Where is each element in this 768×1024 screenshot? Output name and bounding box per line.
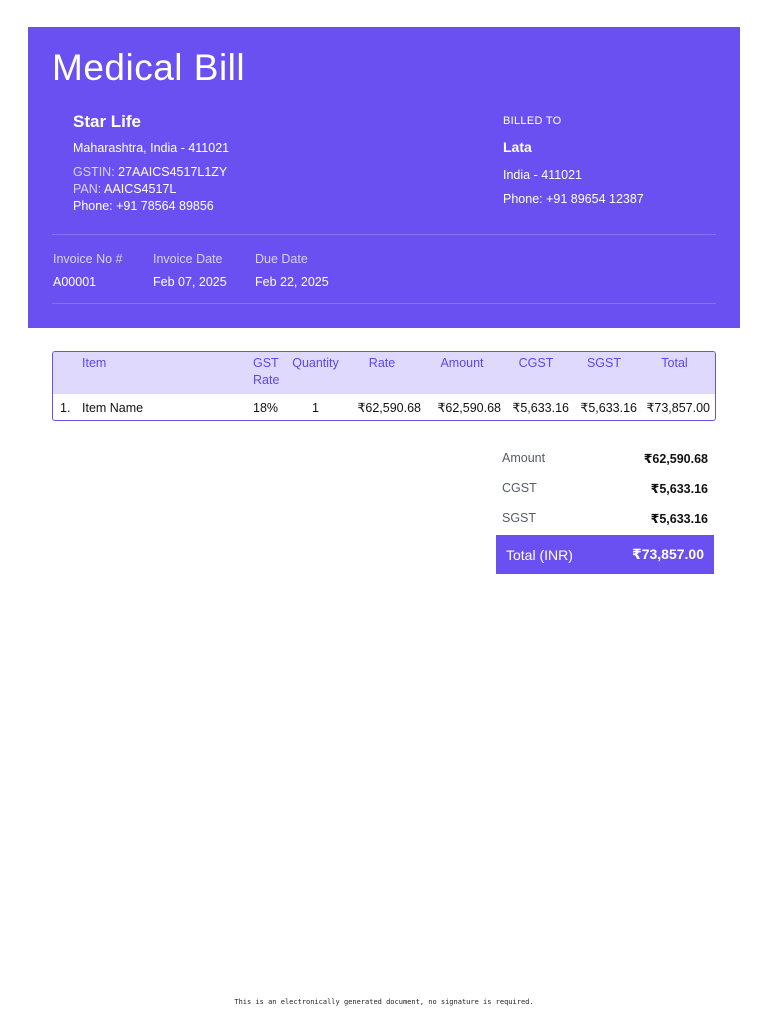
buyer-name: Lata [503,139,532,155]
due-date-block: Due Date Feb 22, 2025 [255,252,329,289]
invoice-date-label: Invoice Date [153,252,223,266]
summary-amount-value: ₹62,590.68 [643,451,708,466]
col-index-header [53,352,78,394]
row-rate: ₹62,590.68 [357,401,421,415]
footer-note: This is an electronically generated docu… [234,998,534,1006]
invoice-date-block: Invoice Date Feb 07, 2025 [153,252,227,289]
invoice-number-value: A00001 [53,275,97,289]
row-gst-rate: 18% [253,400,279,415]
seller-gstin: GSTIN: 27AAICS4517L1ZY [73,164,453,181]
buyer-phone: Phone: +91 89654 12387 [503,192,644,206]
summary-cgst-value: ₹5,633.16 [650,481,708,496]
invoice-number-label: Invoice No # [53,252,123,266]
seller-pan: PAN: AAICS4517L [73,181,453,198]
col-gst-rate-header: GST Rate [253,356,280,387]
header-divider-bottom [52,303,716,304]
col-total-header: Total [661,356,688,370]
col-sgst-header: SGST [586,356,622,370]
buyer-block: BILLED TO Lata India - 411021 Phone: +91… [503,115,723,211]
due-date-label: Due Date [255,252,308,266]
seller-pan-value: AAICS4517L [104,182,177,196]
summary-sgst-row: SGST ₹5,633.16 [496,503,714,533]
seller-gstin-value: 27AAICS4517L1ZY [118,165,228,179]
invoice-number-block: Invoice No # A00001 [53,252,122,289]
row-sgst: ₹5,633.16 [580,401,637,415]
row-quantity: 1 [312,400,319,415]
summary-amount-label: Amount [502,451,546,465]
summary-cgst-row: CGST ₹5,633.16 [496,473,714,503]
summary-amount-row: Amount ₹62,590.68 [496,443,714,473]
seller-phone: Phone: +91 78564 89856 [73,199,214,213]
summary-cgst-label: CGST [502,481,537,495]
summary-total-bar: Total (INR) ₹73,857.00 [496,535,714,574]
invoice-date-value: Feb 07, 2025 [153,275,227,289]
due-date-value: Feb 22, 2025 [255,275,329,289]
row-cgst: ₹5,633.16 [512,401,569,415]
document-title: Medical Bill [52,47,246,88]
seller-name: Star Life [73,112,142,131]
seller-address: Maharashtra, India - 411021 [73,141,230,155]
summary-sgst-value: ₹5,633.16 [650,511,708,526]
summary-sgst-label: SGST [502,511,537,525]
row-index: 1. [60,400,71,415]
billed-to-label: BILLED TO [503,115,562,127]
items-table-header: Item GST Rate Quantity Rate Amount CGST … [53,352,715,394]
col-cgst-header: CGST [518,356,554,370]
summary-total-label: Total (INR) [506,546,573,563]
seller-gstin-label: GSTIN: [73,165,115,179]
row-amount: ₹62,590.68 [437,401,501,415]
summary-block: Amount ₹62,590.68 CGST ₹5,633.16 SGST ₹5… [496,443,714,574]
seller-block: Star Life Maharashtra, India - 411021 GS… [73,112,453,215]
col-amount-header: Amount [440,356,484,370]
header-divider-top [52,234,716,235]
row-total: ₹73,857.00 [646,401,710,415]
summary-total-value: ₹73,857.00 [631,546,704,562]
row-item: Item Name [82,400,144,415]
invoice-header: Medical Bill Star Life Maharashtra, Indi… [28,27,740,328]
col-quantity-header: Quantity [292,356,339,370]
buyer-address: India - 411021 [503,168,582,182]
col-item-header: Item [82,356,107,370]
col-rate-header: Rate [368,356,396,370]
table-row: 1. Item Name 18% 1 ₹62,590.68 ₹62,590.68… [53,394,715,420]
items-table: Item GST Rate Quantity Rate Amount CGST … [52,351,716,421]
seller-pan-label: PAN: [73,182,102,196]
